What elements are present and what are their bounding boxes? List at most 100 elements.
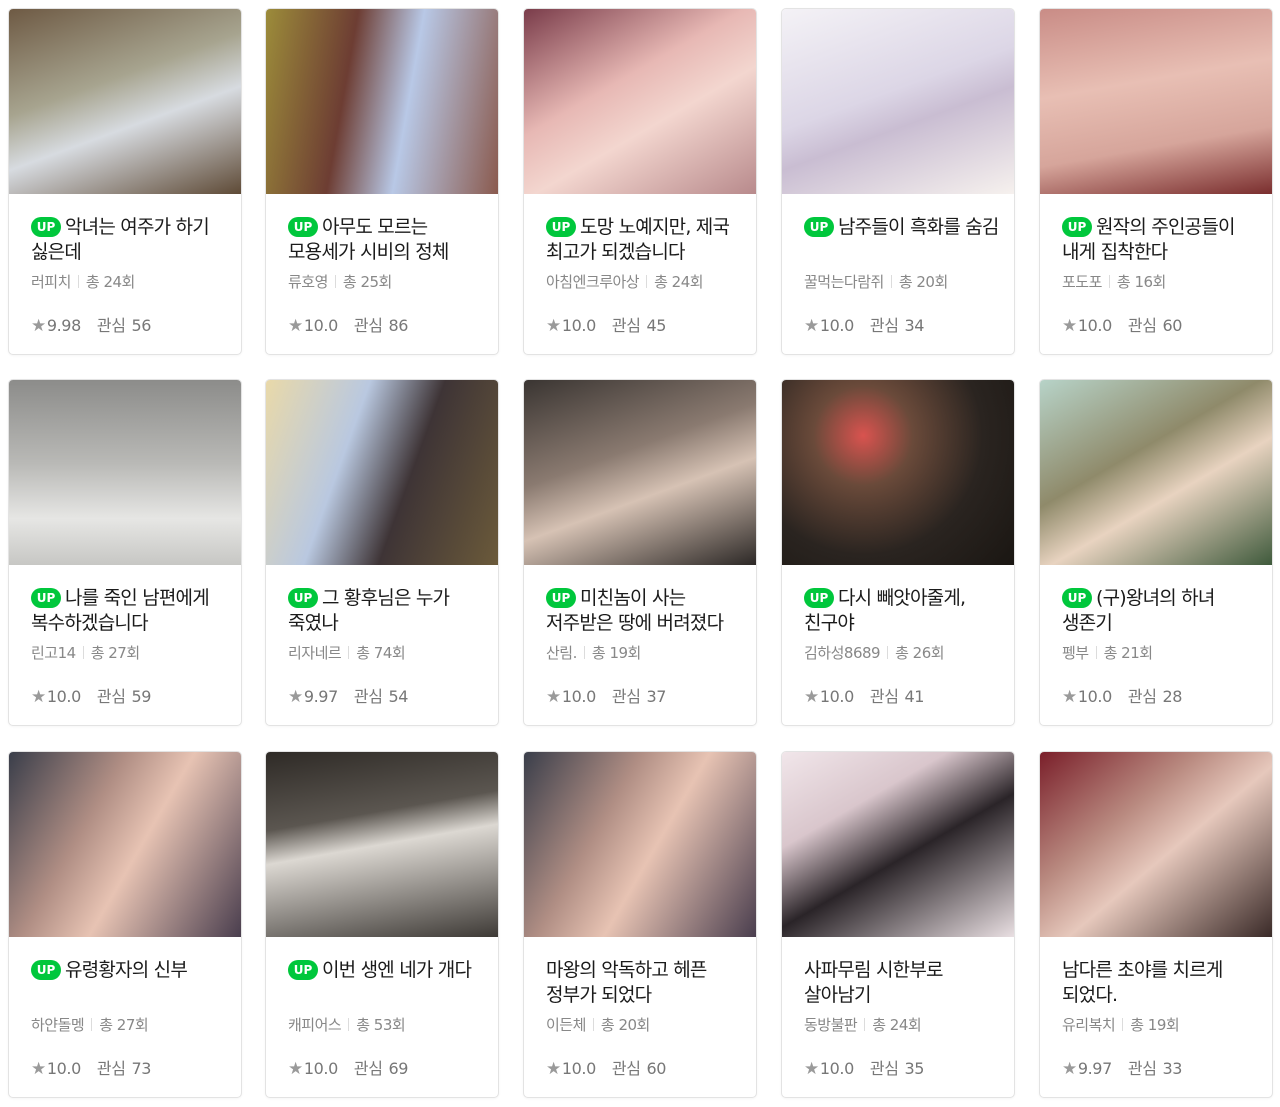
author-name[interactable]: 동방불판	[804, 1016, 858, 1034]
interest-label: 관심	[611, 687, 641, 706]
author-name[interactable]: 펭부	[1062, 644, 1089, 662]
thumbnail-image[interactable]	[9, 752, 241, 937]
thumbnail-image[interactable]	[524, 752, 756, 937]
star-icon: ★	[1062, 316, 1077, 336]
title-link[interactable]: 남다른 초야를 치르게 되었다.	[1062, 958, 1258, 1008]
author-name[interactable]: 포도포	[1062, 273, 1102, 291]
title-text: 유령황자의 신부	[65, 959, 188, 981]
author-name[interactable]: 김하성8689	[804, 644, 881, 662]
thumbnail-image[interactable]	[782, 752, 1014, 937]
webtoon-card[interactable]: 사파무림 시한부로 살아남기 동방불판 총 24회 ★10.0 관심 35	[781, 751, 1015, 1098]
interest-count: 54	[388, 687, 409, 706]
title-link[interactable]: UP 다시 빼앗아줄게, 친구야	[804, 586, 1000, 636]
webtoon-card[interactable]: UP 악녀는 여주가 하기 싫은데 러피치 총 24회 ★9.98 관심 56	[8, 8, 242, 355]
title-link[interactable]: UP (구)왕녀의 하녀 생존기	[1062, 586, 1258, 636]
title-link[interactable]: UP 유령황자의 신부	[31, 958, 227, 1008]
rating-value: 10.0	[1077, 687, 1112, 706]
webtoon-card[interactable]: UP 이번 생엔 네가 개다 캐피어스 총 53회 ★10.0 관심 69	[265, 751, 499, 1098]
author-name[interactable]: 유리복치	[1062, 1016, 1116, 1034]
title-link[interactable]: UP 도망 노예지만, 제국 최고가 되겠습니다	[546, 215, 742, 265]
interest-label: 관심	[1127, 687, 1157, 706]
up-badge: UP	[546, 588, 576, 608]
thumbnail-image[interactable]	[266, 380, 498, 565]
webtoon-card[interactable]: UP 미친놈이 사는 저주받은 땅에 버려졌다 산림. 총 19회 ★10.0 관심 3…	[523, 379, 757, 726]
interest-count: 41	[904, 687, 925, 706]
up-badge: UP	[1062, 588, 1092, 608]
thumbnail-image[interactable]	[266, 9, 498, 194]
thumbnail-image[interactable]	[1040, 752, 1272, 937]
title-link[interactable]: UP 악녀는 여주가 하기 싫은데	[31, 215, 227, 265]
interest-count: 35	[904, 1059, 925, 1078]
thumbnail-art	[1040, 9, 1272, 194]
divider	[887, 646, 889, 659]
author-name[interactable]: 아침엔크루아상	[546, 273, 640, 291]
up-badge: UP	[288, 960, 318, 980]
title-link[interactable]: UP 이번 생엔 네가 개다	[288, 958, 484, 1008]
star-icon: ★	[288, 1059, 303, 1079]
webtoon-card[interactable]: UP 그 황후님은 누가 죽였나 리자네르 총 74회 ★9.97 관심 54	[265, 379, 499, 726]
author-name[interactable]: 린고14	[31, 644, 76, 662]
interest-label: 관심	[96, 1059, 126, 1078]
title-link[interactable]: UP 미친놈이 사는 저주받은 땅에 버려졌다	[546, 586, 742, 636]
star-icon: ★	[1062, 1059, 1077, 1079]
meta-row: 동방불판 총 24회	[804, 1014, 1000, 1035]
webtoon-card[interactable]: UP 유령황자의 신부 하얀돌멩 총 27회 ★10.0 관심 73	[8, 751, 242, 1098]
author-name[interactable]: 류호영	[288, 273, 328, 291]
stats-row: ★10.0 관심 37	[546, 683, 666, 707]
divider	[592, 1018, 594, 1031]
webtoon-card[interactable]: UP 나를 죽인 남편에게 복수하겠습니다 린고14 총 27회 ★10.0 관심 59	[8, 379, 242, 726]
meta-row: 산림. 총 19회	[546, 642, 742, 663]
thumbnail-image[interactable]	[1040, 380, 1272, 565]
thumbnail-image[interactable]	[782, 380, 1014, 565]
star-icon: ★	[546, 687, 561, 707]
thumbnail-image[interactable]	[266, 752, 498, 937]
webtoon-card[interactable]: UP 아무도 모르는 모용세가 시비의 정체 류호영 총 25회 ★10.0 관심 86	[265, 8, 499, 355]
webtoon-card[interactable]: UP 도망 노예지만, 제국 최고가 되겠습니다 아침엔크루아상 총 24회 ★10…	[523, 8, 757, 355]
thumbnail-art	[524, 752, 756, 937]
interest-label: 관심	[611, 1059, 641, 1078]
stats-row: ★9.98 관심 56	[31, 312, 151, 336]
thumbnail-art	[782, 9, 1014, 194]
meta-row: 이든체 총 20회	[546, 1014, 742, 1035]
up-badge: UP	[546, 217, 576, 237]
interest-count: 69	[388, 1059, 409, 1078]
author-name[interactable]: 리자네르	[288, 644, 342, 662]
webtoon-card[interactable]: 마왕의 악독하고 헤픈 정부가 되었다 이든체 총 20회 ★10.0 관심 60	[523, 751, 757, 1098]
title-link[interactable]: UP 나를 죽인 남편에게 복수하겠습니다	[31, 586, 227, 636]
thumbnail-image[interactable]	[782, 9, 1014, 194]
webtoon-card[interactable]: UP 원작의 주인공들이 내게 집착한다 포도포 총 16회 ★10.0 관심 60	[1039, 8, 1273, 355]
title-link[interactable]: UP 그 황후님은 누가 죽였나	[288, 586, 484, 636]
webtoon-card[interactable]: UP 다시 빼앗아줄게, 친구야 김하성8689 총 26회 ★10.0 관심 41	[781, 379, 1015, 726]
author-name[interactable]: 이든체	[546, 1016, 586, 1034]
rating-value: 10.0	[46, 1059, 81, 1078]
webtoon-card[interactable]: 남다른 초야를 치르게 되었다. 유리복치 총 19회 ★9.97 관심 33	[1039, 751, 1273, 1098]
interest-count: 37	[646, 687, 667, 706]
interest-label: 관심	[1127, 1059, 1157, 1078]
thumbnail-art	[266, 752, 498, 937]
thumbnail-image[interactable]	[524, 9, 756, 194]
rating-value: 10.0	[819, 1059, 854, 1078]
title-link[interactable]: UP 원작의 주인공들이 내게 집착한다	[1062, 215, 1258, 265]
star-icon: ★	[804, 1059, 819, 1079]
author-name[interactable]: 산림.	[546, 644, 577, 662]
thumbnail-image[interactable]	[524, 380, 756, 565]
thumbnail-art	[9, 752, 241, 937]
thumbnail-image[interactable]	[1040, 9, 1272, 194]
rating-value: 10.0	[561, 1059, 596, 1078]
title-link[interactable]: 사파무림 시한부로 살아남기	[804, 958, 1000, 1008]
title-link[interactable]: UP 남주들이 흑화를 숨김	[804, 215, 1000, 265]
up-badge: UP	[804, 588, 834, 608]
author-name[interactable]: 꿀먹는다람쥐	[804, 273, 884, 291]
author-name[interactable]: 러피치	[31, 273, 71, 291]
thumbnail-image[interactable]	[9, 9, 241, 194]
webtoon-card[interactable]: UP 남주들이 흑화를 숨김 꿀먹는다람쥐 총 20회 ★10.0 관심 34	[781, 8, 1015, 355]
title-link[interactable]: 마왕의 악독하고 헤픈 정부가 되었다	[546, 958, 742, 1008]
interest-label: 관심	[869, 316, 899, 335]
divider	[334, 275, 336, 288]
author-name[interactable]: 하얀돌멩	[31, 1016, 85, 1034]
title-link[interactable]: UP 아무도 모르는 모용세가 시비의 정체	[288, 215, 484, 265]
divider	[77, 275, 79, 288]
thumbnail-image[interactable]	[9, 380, 241, 565]
author-name[interactable]: 캐피어스	[288, 1016, 342, 1034]
webtoon-card[interactable]: UP (구)왕녀의 하녀 생존기 펭부 총 21회 ★10.0 관심 28	[1039, 379, 1273, 726]
